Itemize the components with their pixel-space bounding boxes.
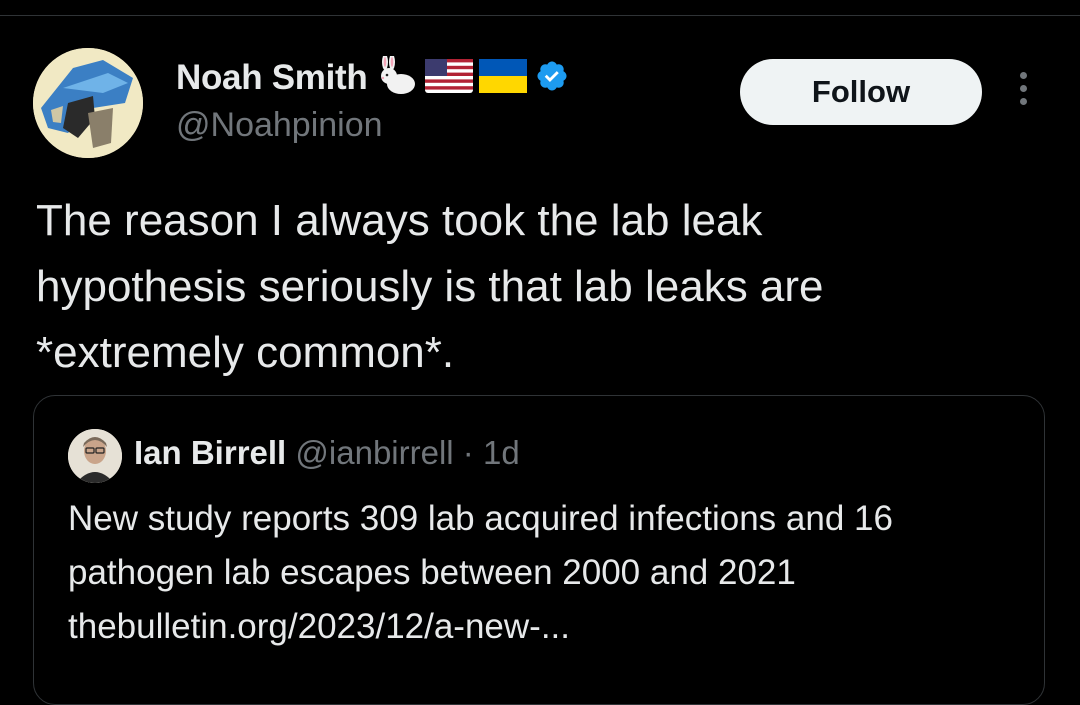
quoted-tweet-header: Ian Birrell @ianbirrell · 1d <box>134 434 520 472</box>
ukraine-flag-icon <box>479 58 528 98</box>
author-avatar-image <box>33 48 143 158</box>
author-avatar[interactable] <box>33 48 143 158</box>
quoted-tweet-text: New study reports 309 lab acquired infec… <box>68 499 893 646</box>
follow-button[interactable]: Follow <box>740 59 982 125</box>
quoted-author-name[interactable]: Ian Birrell <box>134 434 286 471</box>
quoted-author-avatar[interactable] <box>68 429 122 483</box>
quoted-author-handle[interactable]: @ianbirrell <box>295 434 453 471</box>
rabbit-emoji-icon <box>375 53 419 101</box>
tweet-text: The reason I always took the lab leak hy… <box>36 196 824 377</box>
verified-badge-icon[interactable] <box>535 59 569 98</box>
author-name-row: Noah Smith <box>176 53 569 101</box>
quoted-author-avatar-image <box>68 429 122 483</box>
author-display-name[interactable]: Noah Smith <box>176 58 368 98</box>
quoted-tweet-time[interactable]: 1d <box>483 434 520 471</box>
us-flag-icon <box>425 58 474 98</box>
author-handle[interactable]: @Noahpinion <box>176 106 383 145</box>
quoted-meta-separator: · <box>462 434 474 471</box>
top-divider <box>0 15 1080 16</box>
more-vertical-icon[interactable] <box>1010 72 1036 112</box>
quoted-tweet-card[interactable]: Ian Birrell @ianbirrell · 1d New study r… <box>33 395 1045 705</box>
